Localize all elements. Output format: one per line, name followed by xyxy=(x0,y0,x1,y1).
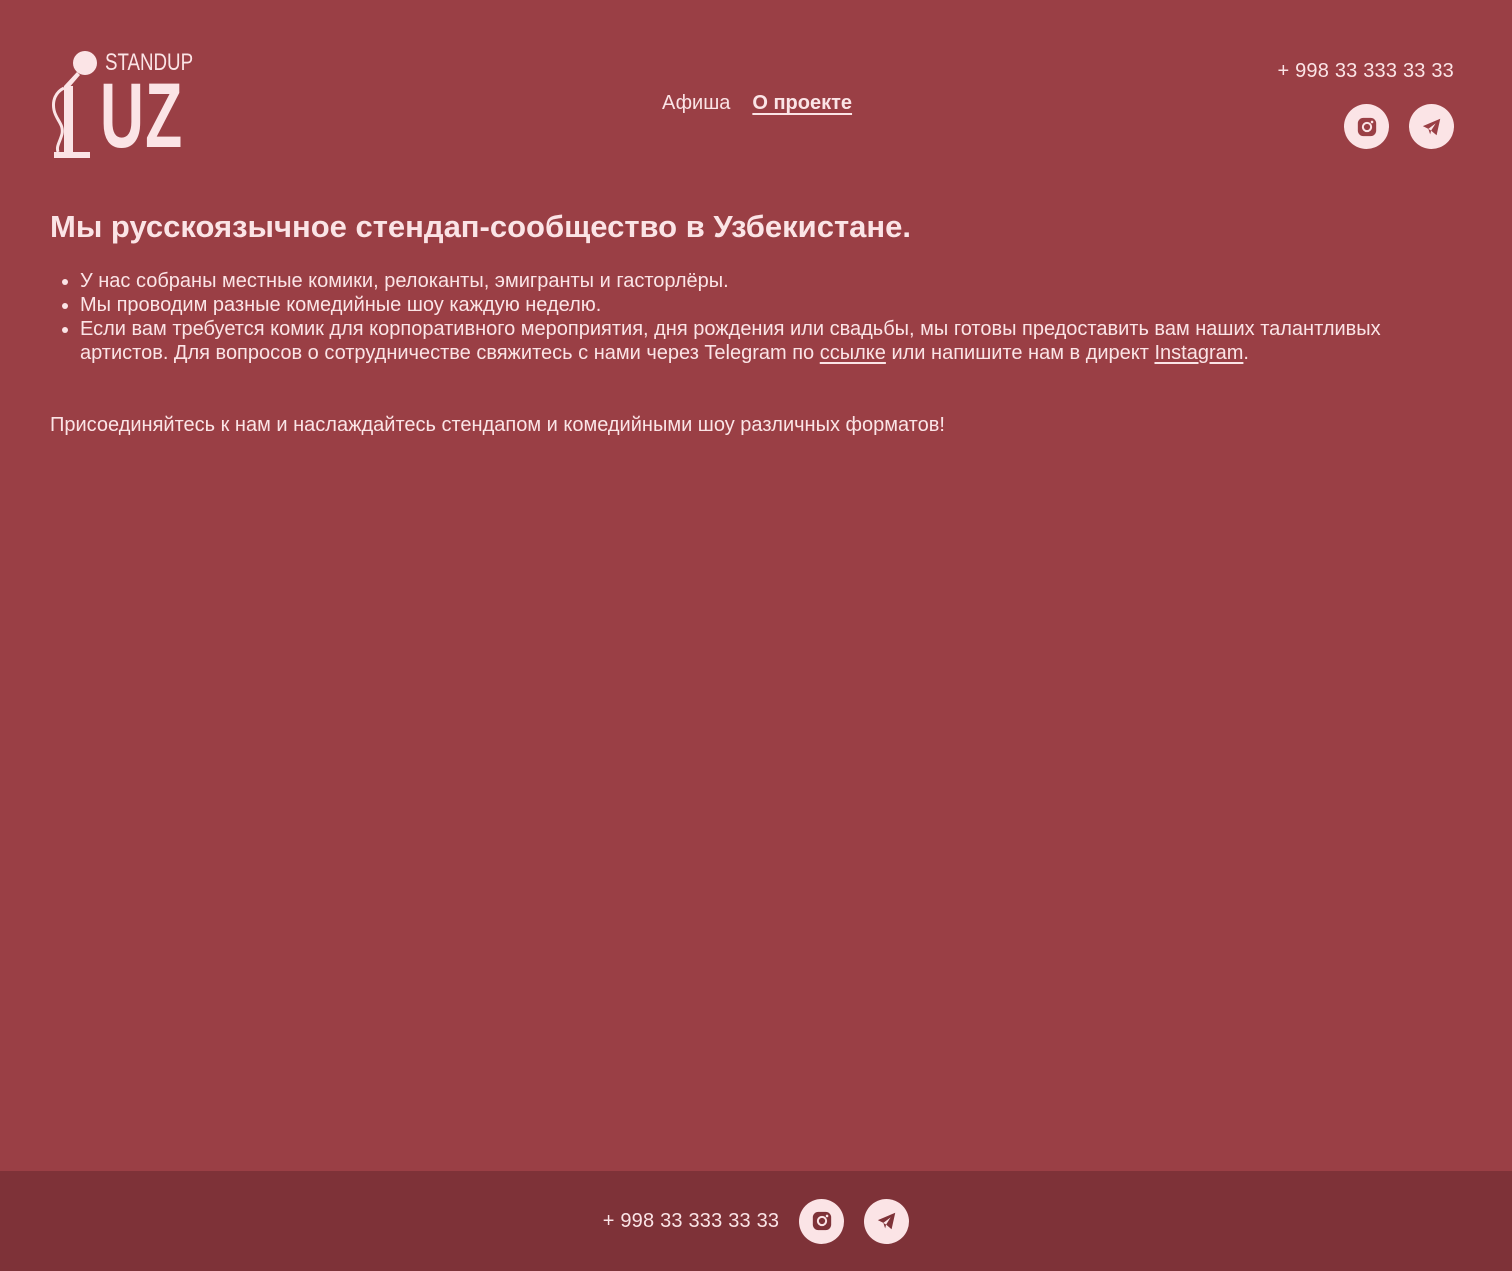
logo[interactable]: STANDUP UZ xyxy=(50,48,195,162)
header-telegram-button[interactable] xyxy=(1409,104,1454,149)
logo-main-text: UZ xyxy=(100,65,184,167)
header-instagram-button[interactable] xyxy=(1344,104,1389,149)
footer-telegram-button[interactable] xyxy=(864,1198,910,1244)
page: STANDUP UZ Афиша О проекте + 998 33 333 … xyxy=(0,0,1512,1171)
header-phone[interactable]: + 998 33 333 33 33 xyxy=(1277,60,1454,83)
header-social-links xyxy=(1277,104,1454,149)
list-item: Мы проводим разные комедийные шоу каждую… xyxy=(80,293,1420,317)
list-item: У нас собраны местные комики, релоканты,… xyxy=(80,269,1420,293)
instagram-icon xyxy=(1357,117,1376,136)
telegram-icon xyxy=(877,1212,896,1230)
main-nav: Афиша О проекте xyxy=(662,92,852,115)
footer-phone[interactable]: + 998 33 333 33 33 xyxy=(603,1210,780,1233)
list-item: Если вам требуется комик для корпоративн… xyxy=(80,317,1420,365)
footer-instagram-button[interactable] xyxy=(799,1198,845,1244)
telegram-icon xyxy=(1422,118,1440,135)
feature-text-after: . xyxy=(1243,342,1249,364)
instagram-icon xyxy=(812,1211,831,1231)
instagram-link[interactable]: Instagram xyxy=(1154,342,1243,364)
nav-link-afisha[interactable]: Афиша xyxy=(662,92,730,115)
telegram-link[interactable]: ссылке xyxy=(820,342,886,364)
feature-text-middle: или напишите нам в директ xyxy=(885,342,1155,364)
page-title: Мы русскоязычное стендап-сообщество в Уз… xyxy=(50,209,911,244)
nav-link-about[interactable]: О проекте xyxy=(752,92,852,115)
features-list: У нас собраны местные комики, релоканты,… xyxy=(50,269,1420,365)
footer: + 998 33 333 33 33 xyxy=(0,1171,1512,1271)
header-contacts: + 998 33 333 33 33 xyxy=(1277,60,1454,149)
join-text: Присоединяйтесь к нам и наслаждайтесь ст… xyxy=(50,414,945,436)
